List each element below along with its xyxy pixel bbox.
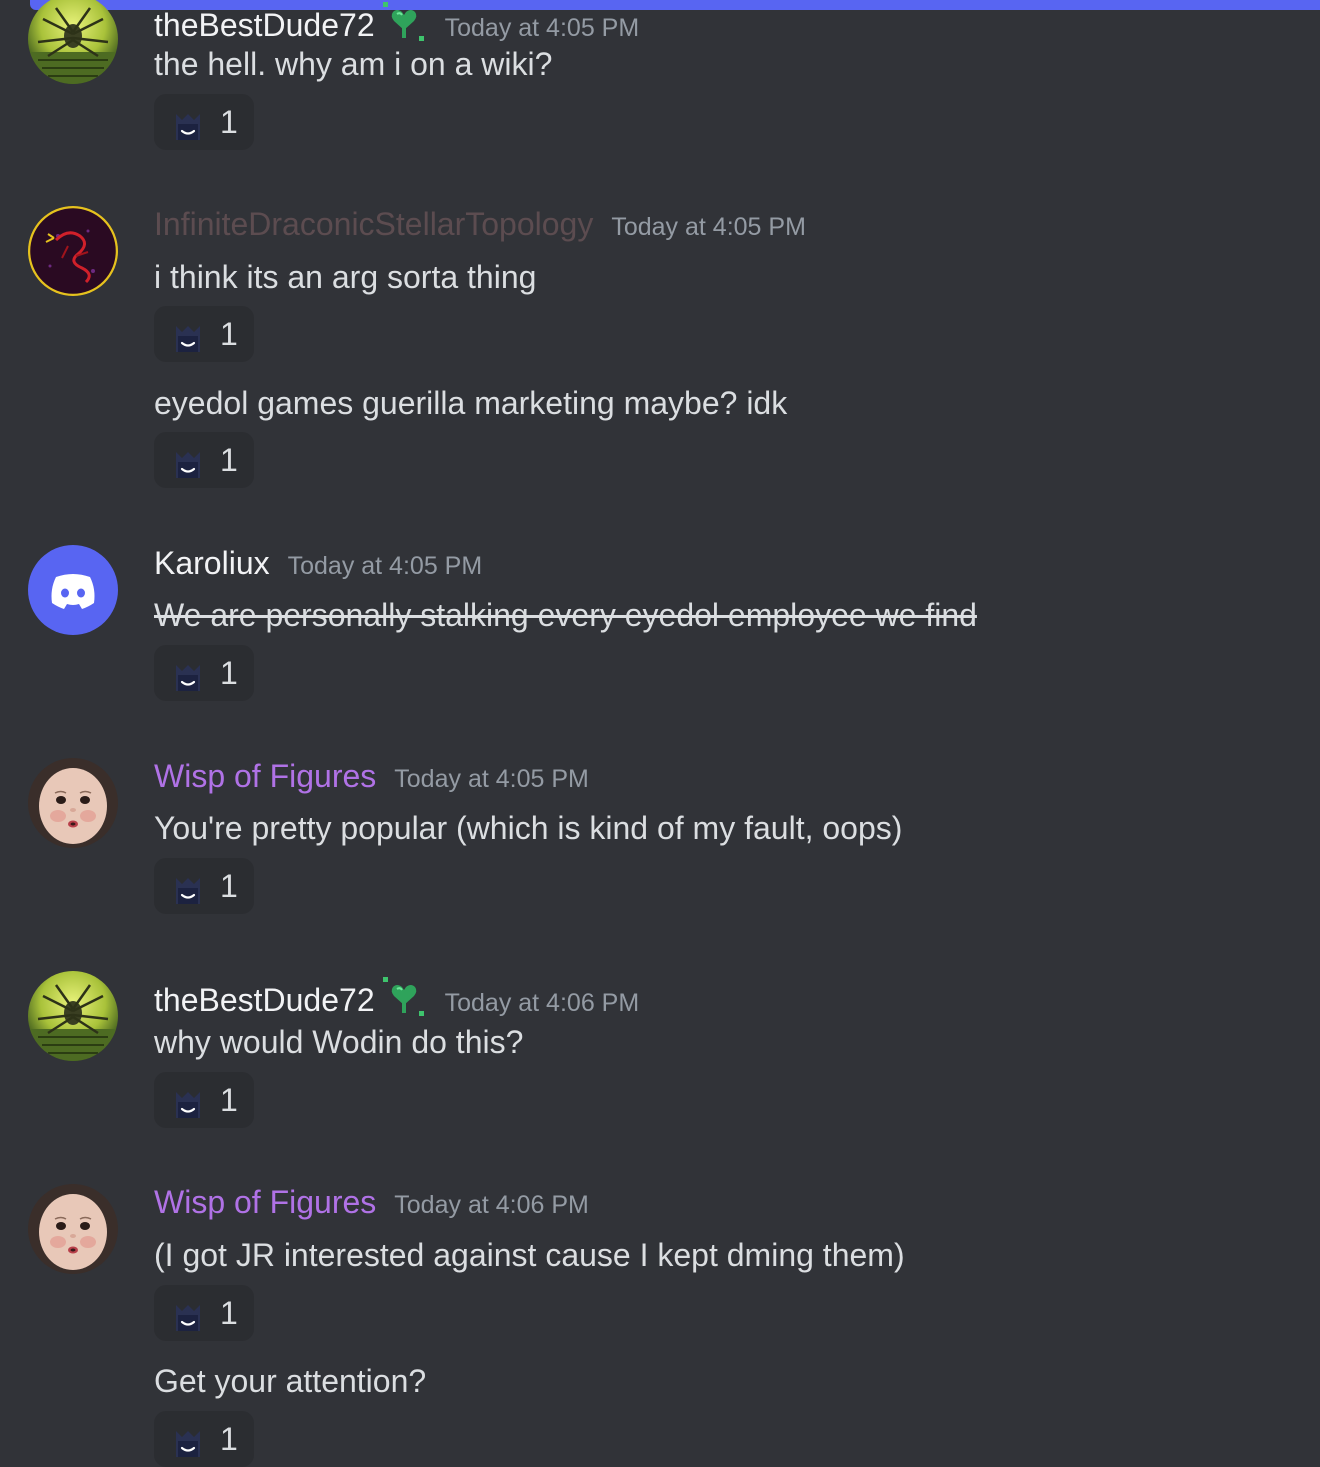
timestamp[interactable]: Today at 4:05 PM (288, 552, 483, 581)
reaction-button[interactable]: 1 (154, 306, 254, 362)
message-text: (I got JR interested against cause I kep… (154, 1237, 905, 1273)
avatar[interactable] (28, 1184, 118, 1274)
avatar[interactable] (28, 545, 118, 635)
message-header: theBestDude72 Today at 4:05 PM (154, 0, 639, 43)
message-header: Wisp of Figures Today at 4:06 PM (154, 1184, 589, 1224)
username[interactable]: theBestDude72 (154, 7, 375, 44)
discord-logo-icon (51, 574, 95, 609)
smiling-hooded-figure-icon (168, 102, 208, 142)
timestamp[interactable]: Today at 4:06 PM (445, 989, 640, 1018)
username[interactable]: theBestDude72 (154, 982, 375, 1019)
timestamp[interactable]: Today at 4:06 PM (394, 1191, 589, 1220)
username[interactable]: InfiniteDraconicStellarTopology (154, 206, 593, 243)
reaction-button[interactable]: 1 (154, 1285, 254, 1341)
reaction-count: 1 (220, 1081, 238, 1118)
reaction-button[interactable]: 1 (154, 645, 254, 701)
message-text: eyedol games guerilla marketing maybe? i… (154, 385, 788, 421)
reaction-count: 1 (220, 1420, 238, 1457)
username[interactable]: Karoliux (154, 545, 270, 582)
reaction-button[interactable]: 1 (154, 858, 254, 914)
reaction-count: 1 (220, 103, 238, 140)
avatar[interactable] (28, 758, 118, 848)
smiling-hooded-figure-icon (168, 1419, 208, 1459)
message-text: the hell. why am i on a wiki? (154, 46, 553, 82)
smiling-hooded-figure-icon (168, 1293, 208, 1333)
message-list: theBestDude72 Today at 4:05 PM the hell.… (0, 0, 1320, 1467)
avatar[interactable] (28, 971, 118, 1061)
reaction-count: 1 (220, 1294, 238, 1331)
message-header: Karoliux Today at 4:05 PM (154, 545, 482, 585)
avatar[interactable] (28, 0, 118, 84)
timestamp[interactable]: Today at 4:05 PM (394, 765, 589, 794)
spider-avatar-icon (28, 971, 118, 1061)
smiling-hooded-figure-icon (168, 866, 208, 906)
message-text: You're pretty popular (which is kind of … (154, 810, 903, 846)
timestamp[interactable]: Today at 4:05 PM (445, 14, 640, 43)
green-heart-sprout-badge-icon[interactable] (383, 2, 427, 42)
doll-face-avatar-icon (28, 758, 118, 848)
reaction-count: 1 (220, 315, 238, 352)
reaction-button[interactable]: 1 (154, 1072, 254, 1128)
avatar[interactable] (28, 206, 118, 296)
message-text: i think its an arg sorta thing (154, 259, 537, 295)
reaction-count: 1 (220, 441, 238, 478)
reaction-button[interactable]: 1 (154, 94, 254, 150)
username[interactable]: Wisp of Figures (154, 1184, 376, 1221)
message-text: why would Wodin do this? (154, 1024, 524, 1060)
doll-face-avatar-icon (28, 1184, 118, 1274)
message-header: theBestDude72 Today at 4:06 PM (154, 971, 639, 1018)
username[interactable]: Wisp of Figures (154, 758, 376, 795)
dragon-avatar-icon (28, 206, 118, 296)
smiling-hooded-figure-icon (168, 314, 208, 354)
smiling-hooded-figure-icon (168, 440, 208, 480)
message-text: We are personally stalking every eyedol … (154, 597, 977, 633)
reaction-count: 1 (220, 654, 238, 691)
message-header: Wisp of Figures Today at 4:05 PM (154, 758, 589, 798)
green-heart-sprout-badge-icon[interactable] (383, 977, 427, 1017)
smiling-hooded-figure-icon (168, 653, 208, 693)
message-text: Get your attention? (154, 1363, 427, 1399)
message-header: InfiniteDraconicStellarTopology Today at… (154, 206, 806, 246)
spider-avatar-icon (28, 0, 118, 84)
timestamp[interactable]: Today at 4:05 PM (611, 213, 806, 242)
smiling-hooded-figure-icon (168, 1080, 208, 1120)
reaction-count: 1 (220, 867, 238, 904)
reaction-button[interactable]: 1 (154, 432, 254, 488)
reaction-button[interactable]: 1 (154, 1411, 254, 1467)
